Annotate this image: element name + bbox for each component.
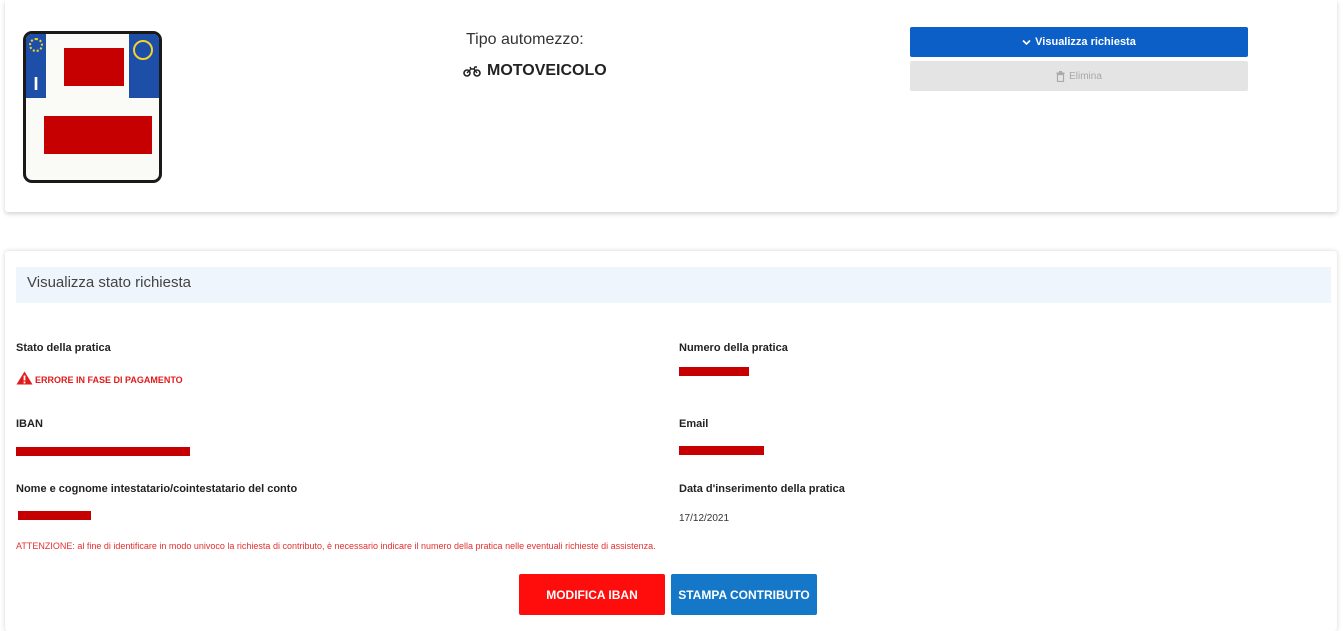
- nome-label: Nome e cognome intestatario/cointestatar…: [16, 483, 298, 495]
- vehicle-type-value: MOTOVEICOLO: [463, 62, 607, 80]
- status-badge: ERRORE IN FASE DI PAGAMENTO: [16, 371, 183, 385]
- email-redaction: [679, 446, 764, 455]
- numero-redaction: [679, 367, 749, 376]
- request-status-card: Visualizza stato richiesta Stato della p…: [5, 251, 1337, 631]
- view-request-label: Visualizza richiesta: [1035, 36, 1136, 48]
- view-request-button[interactable]: Visualizza richiesta: [910, 27, 1248, 57]
- motorcycle-icon: [463, 66, 481, 77]
- delete-button[interactable]: Elimina: [910, 61, 1248, 91]
- modify-iban-button[interactable]: MODIFICA IBAN: [519, 574, 665, 615]
- print-contribution-button[interactable]: STAMPA CONTRIBUTO: [671, 574, 817, 615]
- plate-redaction-top: [64, 48, 124, 86]
- warning-icon: [16, 371, 33, 385]
- license-plate-image: I: [23, 31, 162, 183]
- numero-label: Numero della pratica: [679, 342, 788, 354]
- nome-redaction: [18, 511, 91, 520]
- stato-label: Stato della pratica: [16, 342, 111, 354]
- vehicle-type-text: MOTOVEICOLO: [487, 62, 607, 79]
- plate-top-band: I: [26, 34, 159, 98]
- vehicle-card: I Tipo automezzo: MOTOVEICOLO Visualizza…: [5, 0, 1337, 212]
- attention-note: ATTENZIONE: al fine di identificare in m…: [16, 541, 656, 551]
- vehicle-type-label: Tipo automezzo:: [466, 31, 584, 48]
- chevron-down-icon: [1022, 39, 1031, 45]
- section-title: Visualizza stato richiesta: [16, 267, 1331, 303]
- data-label: Data d'inserimento della pratica: [679, 483, 845, 495]
- plate-ring-icon: [133, 40, 153, 60]
- trash-icon: [1056, 70, 1065, 82]
- plate-country-code: I: [33, 74, 39, 94]
- email-label: Email: [679, 418, 709, 430]
- data-value: 17/12/2021: [679, 513, 730, 524]
- delete-label: Elimina: [1069, 70, 1102, 82]
- eu-stars-icon: [29, 38, 43, 52]
- plate-redaction-bottom: [44, 116, 152, 154]
- iban-redaction: [16, 447, 190, 456]
- status-value: ERRORE IN FASE DI PAGAMENTO: [35, 375, 183, 385]
- iban-label: IBAN: [16, 418, 43, 430]
